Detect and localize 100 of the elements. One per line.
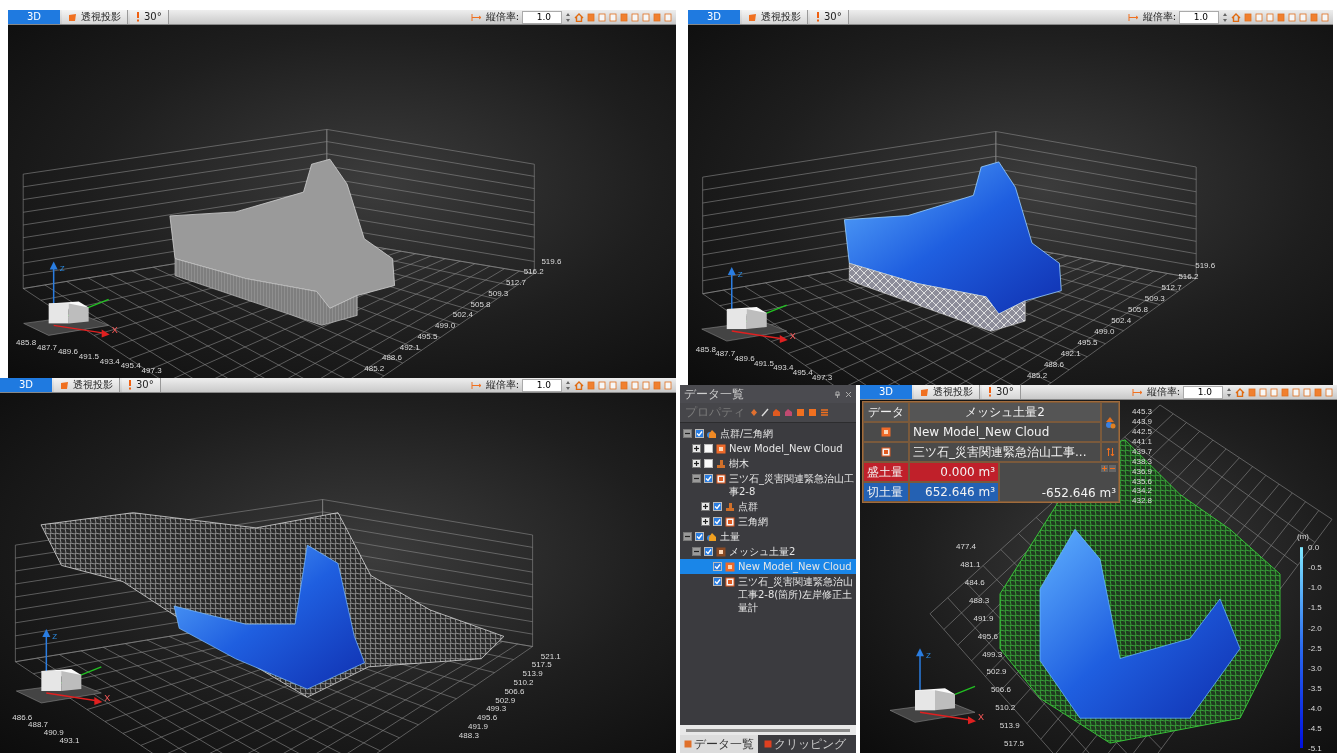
horizontal-scrollbar[interactable] <box>680 725 856 735</box>
axis-letter: Z <box>52 631 58 641</box>
checkbox[interactable] <box>713 562 722 571</box>
scale-input[interactable]: 1.0 <box>1183 385 1223 399</box>
view-tab[interactable]: 3D <box>688 10 740 24</box>
checkbox[interactable] <box>704 547 713 556</box>
scale-icon <box>470 380 483 390</box>
legend-tick-label: -4.0 <box>1308 703 1322 713</box>
legend-tick-label: -2.5 <box>1308 643 1322 653</box>
axis-tick-label: 506.6 <box>504 686 525 696</box>
axis-tick-label: 495.4 <box>792 368 813 378</box>
expand-icon[interactable] <box>701 517 710 526</box>
tree-icon <box>725 502 735 512</box>
axis-tick-label: 521.1 <box>540 651 561 661</box>
axis-letter: X <box>978 712 984 723</box>
tree-item[interactable]: 点群 <box>680 499 856 514</box>
checkbox[interactable] <box>704 474 713 483</box>
axis-tick-label: 487.7 <box>37 342 58 352</box>
tree-item[interactable]: メッシュ土量2 <box>680 544 856 559</box>
tree-item[interactable]: 三角網 <box>680 514 856 529</box>
axis-tick-label: 481.1 <box>960 560 981 570</box>
axis-tick-label: 499.0 <box>435 321 456 331</box>
fill-volume-label: 盛土量 <box>863 462 909 482</box>
viewport[interactable]: 485.8487.7489.6491.5493.4495.4497.3 519.6 516.2 512.7 509.3 505.8 502.4 499.0 495.5 492.1 488.6 485.2 Z X <box>688 25 1333 385</box>
view-tab[interactable]: 3D <box>8 10 60 24</box>
panel-tab[interactable]: データ一覧 <box>680 735 758 753</box>
axis-tick-label: 435.6 <box>1132 476 1153 486</box>
angle-button[interactable]: 30° <box>982 385 1021 399</box>
spinner-icon[interactable] <box>565 379 571 391</box>
checkbox[interactable] <box>704 444 713 453</box>
collapse-icon[interactable] <box>683 532 692 541</box>
spinner-icon[interactable] <box>1226 386 1232 398</box>
axis-tick-label: 495.5 <box>1077 338 1098 348</box>
document-icon <box>716 474 726 484</box>
tree-item[interactable]: New Model_New Cloud <box>680 441 856 456</box>
model-icon <box>725 562 735 572</box>
checkbox[interactable] <box>695 429 704 438</box>
view-tab[interactable]: 3D <box>0 378 52 392</box>
home-icon[interactable] <box>574 380 584 390</box>
axis-tick-label: 499.3 <box>982 649 1003 659</box>
collapse-icon[interactable] <box>683 429 692 438</box>
minus-icon[interactable] <box>1109 465 1116 472</box>
pin-icon[interactable] <box>834 390 841 398</box>
projection-button[interactable]: 透視投影 <box>742 10 808 24</box>
axis-tick-label: 488.7 <box>28 720 49 730</box>
home-icon[interactable] <box>1235 387 1245 397</box>
tree-item[interactable]: 三ツ石_災害関連緊急治山工事2-8 <box>680 471 856 499</box>
expand-icon[interactable] <box>701 502 710 511</box>
projection-button[interactable]: 透視投影 <box>62 10 128 24</box>
projection-button[interactable]: 透視投影 <box>914 385 980 399</box>
home-icon[interactable] <box>574 12 584 22</box>
legend-tick-label: -1.5 <box>1308 603 1322 613</box>
plus-icon[interactable] <box>1101 465 1108 472</box>
checkbox[interactable] <box>713 517 722 526</box>
cut-volume-label: 切土量 <box>863 482 909 502</box>
scale-input[interactable]: 1.0 <box>522 10 562 24</box>
tree-item-label: 三角網 <box>738 515 769 528</box>
axis-letter: X <box>111 325 118 336</box>
projection-button[interactable]: 透視投影 <box>54 378 120 392</box>
scale-input[interactable]: 1.0 <box>1179 10 1219 24</box>
axis-tick-label: 491.5 <box>78 352 99 362</box>
close-icon[interactable] <box>845 390 852 398</box>
document-icon <box>725 577 735 587</box>
legend-tick-label: -3.0 <box>1308 663 1322 673</box>
axis-tick-label: 502.9 <box>986 667 1007 677</box>
collapse-icon[interactable] <box>692 547 701 556</box>
tab-icon <box>684 740 692 748</box>
axis-tick-label: 441.1 <box>1132 436 1153 446</box>
checkbox[interactable] <box>713 577 722 586</box>
view-tab[interactable]: 3D <box>860 385 912 399</box>
exclamation-icon <box>988 387 992 397</box>
swap-icon[interactable] <box>1105 447 1115 457</box>
tree-item-label: 点群/三角網 <box>720 427 775 440</box>
scale-icon <box>470 12 483 22</box>
angle-button[interactable]: 30° <box>130 10 169 24</box>
axis-tick-label: 488.3 <box>458 730 479 740</box>
diamond-icon[interactable] <box>750 408 758 417</box>
collapse-icon[interactable] <box>692 474 701 483</box>
spinner-icon[interactable] <box>565 11 571 23</box>
spinner-icon[interactable] <box>1222 11 1228 23</box>
axis-tick-label: 485.2 <box>364 364 385 374</box>
tree-item[interactable]: 土量 <box>680 529 856 544</box>
scale-input[interactable]: 1.0 <box>522 378 562 392</box>
checkbox[interactable] <box>695 532 704 541</box>
axis-tick-label: 438.3 <box>1132 456 1153 466</box>
tree-item[interactable]: 点群/三角網 <box>680 426 856 441</box>
checkbox[interactable] <box>704 459 713 468</box>
angle-button[interactable]: 30° <box>122 378 161 392</box>
tree-item[interactable]: 三ツ石_災害関連緊急治山工事2-8(箇所)左岸修正土量計 <box>680 574 856 615</box>
axis-tick-label: 495.6 <box>477 713 498 723</box>
checkbox[interactable] <box>713 502 722 511</box>
viewport[interactable]: 486.6 488.7 490.9 493.1 521.1 517.5 513.9 510.2 506.6 502.9 499.3 495.6 491.9 488.3 Z X <box>0 393 676 753</box>
expand-icon[interactable] <box>692 444 701 453</box>
angle-button[interactable]: 30° <box>810 10 849 24</box>
tree-item-label: New Model_New Cloud <box>729 442 844 455</box>
home-icon[interactable] <box>1231 12 1241 22</box>
expand-icon[interactable] <box>692 459 701 468</box>
tree-item[interactable]: 樹木 <box>680 456 856 471</box>
pencil-icon[interactable] <box>761 408 769 417</box>
list-icon[interactable] <box>820 408 829 417</box>
